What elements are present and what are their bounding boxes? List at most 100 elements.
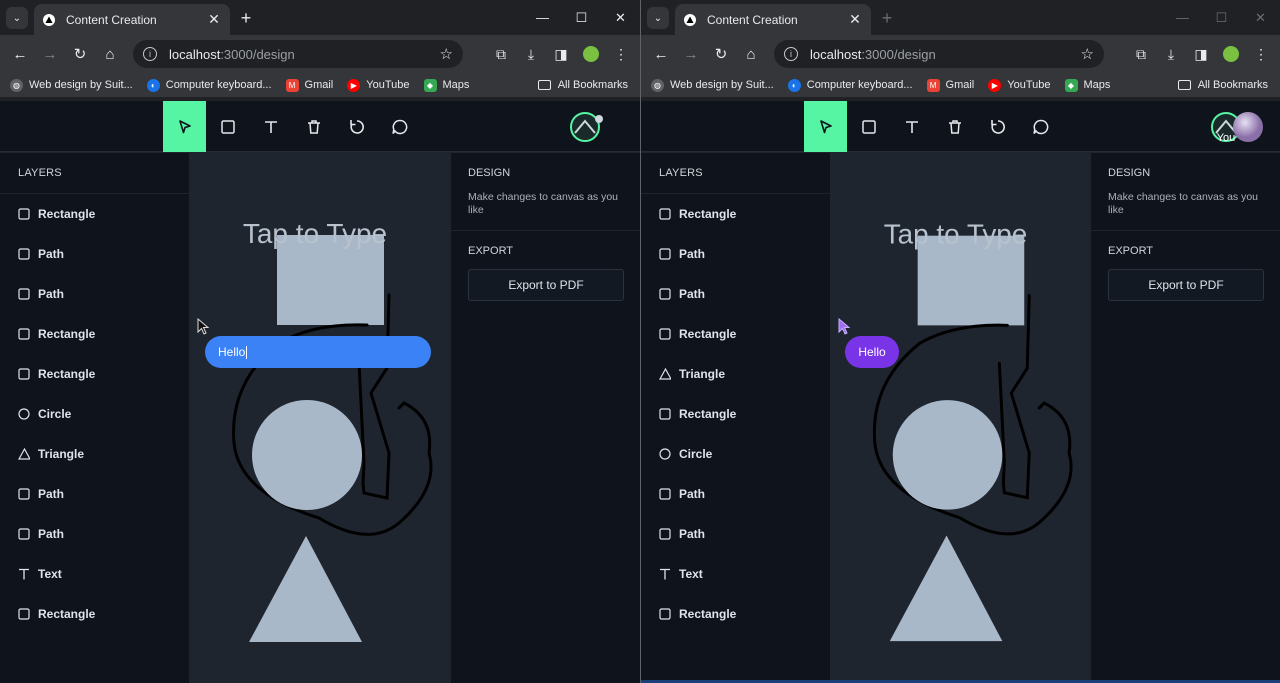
export-title: EXPORT <box>468 245 514 257</box>
browser-tab[interactable]: Content Creation ✕ <box>675 4 871 35</box>
back-button[interactable]: ← <box>5 39 35 69</box>
address-bar[interactable]: i localhost:3000/design ☆ <box>133 40 463 68</box>
user-avatar[interactable] <box>569 111 603 143</box>
layer-item[interactable]: Rectangle <box>641 314 830 354</box>
vercel-triangle-icon <box>42 13 56 27</box>
delete-tool[interactable] <box>292 101 335 152</box>
menu-kebab-icon[interactable]: ⋮ <box>1246 39 1276 69</box>
other-user-avatar[interactable] <box>1232 111 1264 143</box>
new-tab-button[interactable]: + <box>236 8 256 28</box>
address-bar[interactable]: i localhost:3000/design ☆ <box>774 40 1104 68</box>
layer-item[interactable]: Circle <box>0 394 189 434</box>
menu-kebab-icon[interactable]: ⋮ <box>606 39 636 69</box>
layer-item[interactable]: Rectangle <box>0 314 189 354</box>
extensions-icon[interactable]: ⧉ <box>486 39 516 69</box>
site-info-icon[interactable]: i <box>143 47 157 61</box>
select-tool[interactable] <box>804 101 847 152</box>
close-window-button[interactable]: ✕ <box>601 0 640 35</box>
download-icon[interactable]: ⤓ <box>1156 39 1186 69</box>
square-icon <box>659 488 671 500</box>
layer-label: Path <box>38 247 65 261</box>
rectangle-tool[interactable] <box>206 101 249 152</box>
chat-input[interactable]: Hello <box>205 336 431 368</box>
bookmark-item[interactable]: ◆ Maps <box>1064 78 1110 92</box>
bookmark-item[interactable]: M Gmail <box>285 78 333 92</box>
bookmark-item[interactable]: ◆ Maps <box>423 78 469 92</box>
layer-item[interactable]: Rectangle <box>0 354 189 394</box>
layer-item[interactable]: Path <box>0 274 189 314</box>
layer-item[interactable]: Path <box>0 474 189 514</box>
layer-item[interactable]: Rectangle <box>641 594 830 634</box>
bookmark-item[interactable]: ▶ YouTube <box>988 78 1051 92</box>
minimize-button[interactable]: — <box>1163 0 1202 35</box>
design-canvas[interactable]: Tap to Type Hello <box>189 153 451 683</box>
bookmark-item[interactable]: M Gmail <box>926 78 974 92</box>
download-icon[interactable]: ⤓ <box>516 39 546 69</box>
minimize-button[interactable]: — <box>523 0 562 35</box>
text-tool[interactable] <box>249 101 292 152</box>
tab-close-icon[interactable]: ✕ <box>206 11 222 28</box>
layer-item[interactable]: Triangle <box>641 354 830 394</box>
extensions-icon[interactable]: ⧉ <box>1126 39 1156 69</box>
all-bookmarks[interactable]: All Bookmarks <box>537 73 628 97</box>
bookmark-item[interactable]: ◍ Web design by Suit... <box>10 78 133 92</box>
rectangle-tool[interactable] <box>847 101 890 152</box>
bookmark-item[interactable]: ◐ Computer keyboard... <box>787 78 913 92</box>
home-button[interactable]: ⌂ <box>736 39 766 69</box>
canvas-text: Tap to Type <box>884 219 1028 250</box>
layer-item[interactable]: Path <box>641 274 830 314</box>
layer-item[interactable]: Text <box>0 554 189 594</box>
home-button[interactable]: ⌂ <box>95 39 125 69</box>
layer-item[interactable]: Path <box>641 234 830 274</box>
profile-avatar[interactable] <box>1223 46 1239 62</box>
profile-avatar[interactable] <box>583 46 599 62</box>
layer-item[interactable]: Circle <box>641 434 830 474</box>
maximize-button[interactable]: ☐ <box>562 0 601 35</box>
reset-tool[interactable] <box>335 101 378 152</box>
bookmark-item[interactable]: ◍ Web design by Suit... <box>651 78 774 92</box>
close-window-button[interactable]: ✕ <box>1241 0 1280 35</box>
layer-item[interactable]: Text <box>641 554 830 594</box>
export-pdf-button[interactable]: Export to PDF <box>468 269 624 301</box>
bookmark-item[interactable]: ▶ YouTube <box>347 78 410 92</box>
reload-button[interactable]: ↻ <box>706 39 736 69</box>
layer-item[interactable]: Triangle <box>0 434 189 474</box>
layer-item[interactable]: Path <box>0 514 189 554</box>
new-tab-button[interactable]: + <box>877 8 897 28</box>
tab-search-button[interactable]: ⌄ <box>647 7 669 29</box>
layers-panel: LAYERS Rectangle Path Path Rectangle Rectang… <box>0 153 189 683</box>
bookmark-item[interactable]: ◐ Computer keyboard... <box>146 78 272 92</box>
bookmark-star-icon[interactable]: ☆ <box>440 45 453 63</box>
comment-tool[interactable] <box>378 101 421 152</box>
bookmark-star-icon[interactable]: ☆ <box>1081 45 1094 63</box>
maximize-button[interactable]: ☐ <box>1202 0 1241 35</box>
layer-item[interactable]: Path <box>641 474 830 514</box>
chat-bubble[interactable]: Hello <box>845 336 899 368</box>
forward-button[interactable]: → <box>676 39 706 69</box>
layer-item[interactable]: Path <box>0 234 189 274</box>
forward-button[interactable]: → <box>35 39 65 69</box>
all-bookmarks[interactable]: All Bookmarks <box>1177 73 1268 97</box>
export-pdf-button[interactable]: Export to PDF <box>1108 269 1264 301</box>
layer-label: Rectangle <box>679 327 737 341</box>
layer-item[interactable]: Rectangle <box>0 594 189 634</box>
square-icon <box>18 368 30 380</box>
side-panel-icon[interactable]: ◨ <box>546 39 576 69</box>
layer-item[interactable]: Path <box>641 514 830 554</box>
layer-item[interactable]: Rectangle <box>0 194 189 234</box>
text-tool[interactable] <box>890 101 933 152</box>
select-tool[interactable] <box>163 101 206 152</box>
design-canvas[interactable]: Tap to Type Hello <box>830 153 1091 683</box>
tab-search-button[interactable]: ⌄ <box>6 7 28 29</box>
delete-tool[interactable] <box>933 101 976 152</box>
side-panel-icon[interactable]: ◨ <box>1186 39 1216 69</box>
reload-button[interactable]: ↻ <box>65 39 95 69</box>
reset-tool[interactable] <box>976 101 1019 152</box>
browser-tab[interactable]: Content Creation ✕ <box>34 4 230 35</box>
comment-tool[interactable] <box>1019 101 1062 152</box>
layer-item[interactable]: Rectangle <box>641 194 830 234</box>
tab-close-icon[interactable]: ✕ <box>847 11 863 28</box>
site-info-icon[interactable]: i <box>784 47 798 61</box>
back-button[interactable]: ← <box>646 39 676 69</box>
layer-item[interactable]: Rectangle <box>641 394 830 434</box>
